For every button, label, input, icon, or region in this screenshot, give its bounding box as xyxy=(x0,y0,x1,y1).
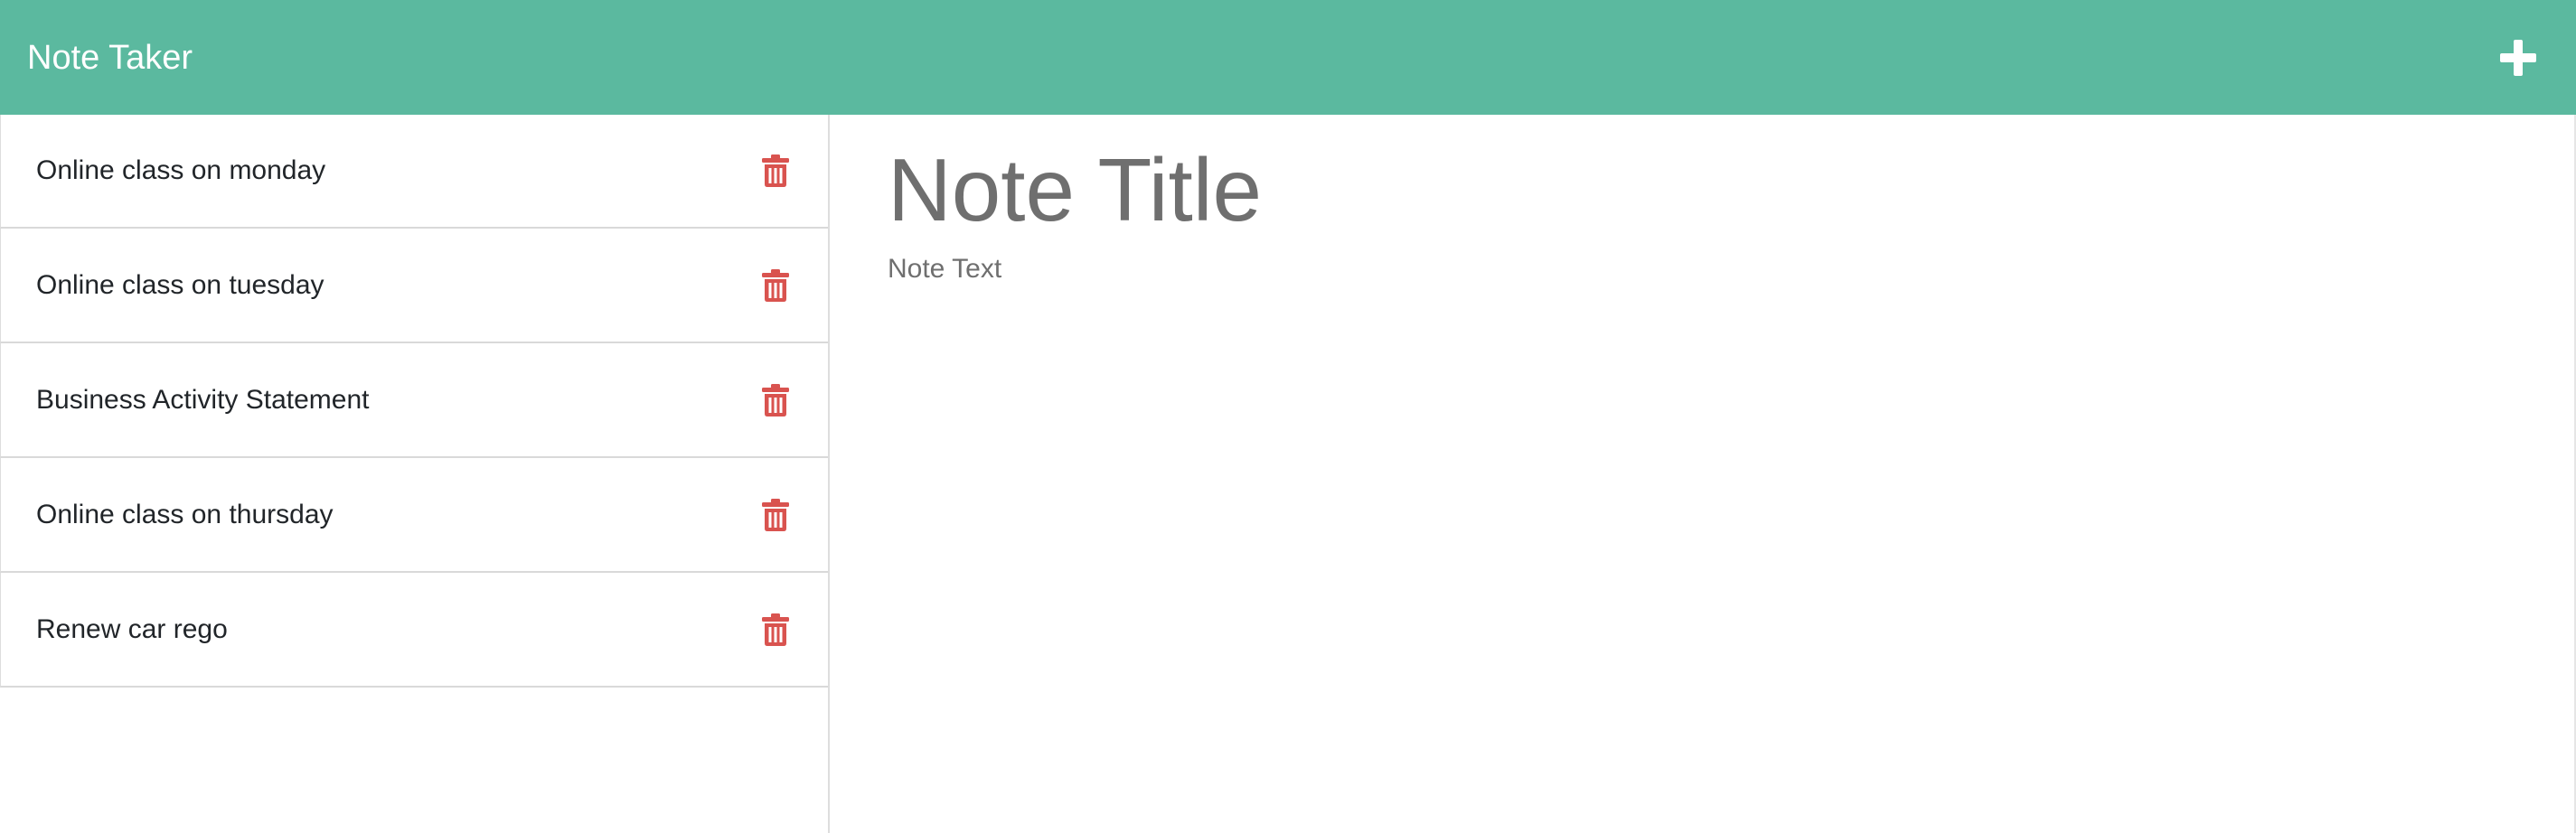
list-item[interactable]: Renew car rego xyxy=(0,573,828,688)
list-item[interactable]: Business Activity Statement xyxy=(0,343,828,458)
trash-icon xyxy=(762,154,789,187)
note-text-input[interactable] xyxy=(886,252,2422,794)
trash-icon xyxy=(762,613,789,646)
new-note-button[interactable] xyxy=(2487,26,2550,89)
delete-note-button[interactable] xyxy=(757,495,794,535)
note-list: Online class on monday Online class on t… xyxy=(0,115,828,688)
notes-sidebar: Online class on monday Online class on t… xyxy=(0,115,830,833)
trash-icon xyxy=(762,268,789,302)
trash-icon xyxy=(762,498,789,531)
delete-note-button[interactable] xyxy=(757,380,794,420)
note-title[interactable]: Renew car rego xyxy=(36,614,228,645)
note-title[interactable]: Online class on tuesday xyxy=(36,270,324,301)
list-item[interactable]: Online class on monday xyxy=(0,115,828,229)
note-editor xyxy=(832,115,2576,833)
list-item[interactable]: Online class on tuesday xyxy=(0,229,828,343)
list-item[interactable]: Online class on thursday xyxy=(0,458,828,573)
note-title-input[interactable] xyxy=(886,131,2422,248)
note-title[interactable]: Online class on thursday xyxy=(36,500,334,530)
delete-note-button[interactable] xyxy=(757,151,794,191)
plus-icon xyxy=(2500,39,2536,76)
trash-icon xyxy=(762,383,789,416)
delete-note-button[interactable] xyxy=(757,610,794,650)
note-title[interactable]: Online class on monday xyxy=(36,155,325,186)
note-title[interactable]: Business Activity Statement xyxy=(36,385,370,416)
delete-note-button[interactable] xyxy=(757,266,794,305)
navbar: Note Taker xyxy=(0,0,2576,115)
app-title: Note Taker xyxy=(27,38,193,77)
